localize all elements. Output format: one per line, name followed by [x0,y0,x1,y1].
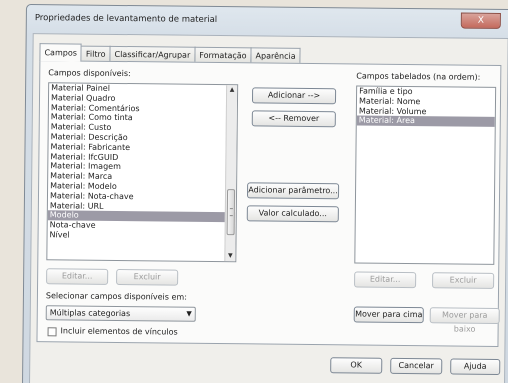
list-item[interactable]: Nível [48,230,236,242]
scheduled-fields-list[interactable]: Família e tipo Material: Nome Material: Vo… [354,85,497,265]
dialog-client: Campos Filtro Classificar/Agrupar Format… [29,33,508,383]
chevron-up-icon[interactable]: ▲ [227,85,237,95]
remove-button[interactable]: <-- Remover [251,110,336,128]
ok-button[interactable]: OK [330,357,383,374]
close-icon: X [477,15,484,26]
title-bar: Propriedades de levantamento de material [27,5,508,34]
calculated-value-button[interactable]: Valor calculado... [246,205,339,223]
select-from-value: Múltiplas categorias [49,308,131,319]
close-button[interactable]: X [460,12,501,29]
chevron-down-icon[interactable]: ▼ [225,251,235,261]
tab-filtro[interactable]: Filtro [80,45,111,62]
dialog-title: Propriedades de levantamento de material [34,13,218,26]
include-links-label: Incluir elementos de vínculos [60,326,178,337]
scheduled-edit-button[interactable]: Editar... [354,271,417,289]
select-from-label: Selecionar campos disponíveis em: [45,291,187,302]
dropdown-arrow-icon: ▼ [186,309,192,318]
add-parameter-button[interactable]: Adicionar parâmetro... [246,182,340,200]
scheduled-delete-button[interactable]: Excluir [432,272,495,289]
scroll-thumb[interactable] [226,189,236,236]
move-down-button[interactable]: Mover para baixo [429,307,500,334]
available-delete-button[interactable]: Excluir [116,268,179,286]
tab-aparencia[interactable]: Aparência [250,47,301,64]
available-fields-label: Campos disponíveis: [48,68,131,79]
move-up-button[interactable]: Mover para cima [353,306,424,324]
available-edit-button[interactable]: Editar... [46,268,109,285]
add-button[interactable]: Adicionar --> [251,87,337,105]
available-fields-list[interactable]: Material Painel Material Quadro Material: … [46,82,239,263]
scheduled-fields-label: Campos tabelados (na ordem): [356,71,481,82]
fields-panel: Campos disponíveis: Material Painel Mater… [36,60,502,347]
list-item[interactable]: Material: Área [356,115,495,128]
select-from-dropdown[interactable]: Múltiplas categorias ▼ [45,305,196,322]
dialog-window: Propriedades de levantamento de material… [21,4,508,383]
available-fields-scrollbar[interactable]: ▲ ▼ [224,85,238,262]
cancel-button[interactable]: Cancelar [390,357,443,375]
tab-campos[interactable]: Campos [39,43,83,62]
include-links-checkbox[interactable] [47,327,57,337]
help-button[interactable]: Ajuda [450,358,501,375]
